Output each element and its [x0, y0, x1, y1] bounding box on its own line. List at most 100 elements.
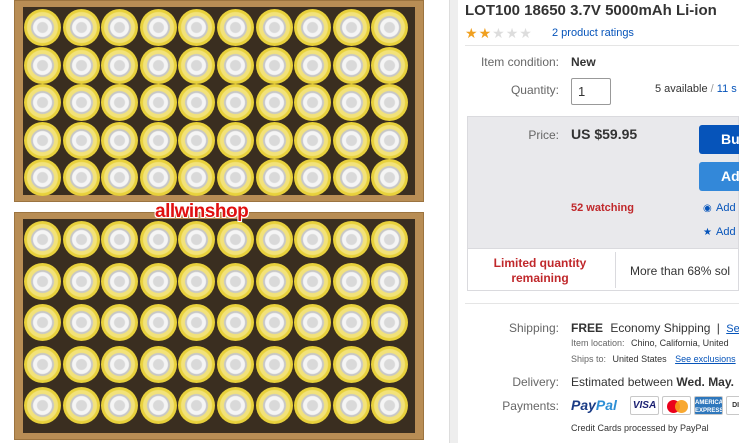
ships-to-value: United States	[612, 354, 667, 364]
battery-cell	[62, 84, 100, 122]
battery-cell	[139, 345, 177, 383]
battery-cell	[371, 221, 409, 258]
battery-cell	[371, 262, 409, 300]
shipping-method: Economy Shipping	[610, 321, 711, 335]
battery-cell	[178, 9, 216, 46]
battery-cell	[101, 84, 139, 122]
battery-cell	[217, 304, 254, 341]
battery-cell	[62, 46, 100, 84]
battery-cell	[371, 9, 409, 46]
battery-cell	[217, 221, 254, 258]
strip-divider	[615, 252, 616, 288]
delivery-text: Estimated between	[571, 375, 674, 389]
battery-cell	[217, 262, 254, 300]
battery-cell	[332, 84, 370, 122]
battery-cell	[178, 121, 216, 159]
battery-grid-top	[23, 7, 415, 197]
price-label: Price:	[528, 128, 559, 142]
battery-cell	[24, 159, 61, 197]
rating-stars[interactable]: ★★★★★	[465, 25, 533, 42]
battery-cell	[24, 345, 61, 383]
mastercard-card-icon	[662, 396, 691, 415]
battery-cell	[24, 46, 61, 84]
star-empty-icon: ★	[492, 25, 506, 41]
product-ratings-link[interactable]: 2 product ratings	[552, 27, 634, 39]
battery-cell	[139, 262, 177, 300]
quantity-label: Quantity:	[510, 83, 559, 97]
battery-cell	[62, 387, 100, 424]
battery-cell	[178, 221, 216, 258]
battery-cell	[24, 304, 61, 341]
paypal-logo-part1: Pay	[571, 397, 596, 413]
exclusions-link[interactable]: See exclusions	[675, 354, 736, 364]
battery-cell	[62, 221, 100, 258]
battery-cell	[24, 9, 61, 46]
battery-cell	[217, 387, 254, 424]
battery-cell	[101, 221, 139, 258]
battery-cell	[255, 262, 293, 300]
battery-cell	[255, 304, 293, 341]
delivery-label: Delivery:	[512, 375, 559, 389]
battery-cell	[294, 159, 332, 197]
battery-cell	[62, 9, 100, 46]
battery-cell	[371, 159, 409, 197]
image-watermark: allwinshop	[155, 201, 249, 222]
battery-box-top	[14, 0, 424, 202]
quantity-input[interactable]	[571, 78, 611, 105]
battery-cell	[24, 221, 61, 258]
battery-cell	[294, 46, 332, 84]
ships-to: Ships to: United States See exclusions	[571, 354, 736, 364]
battery-cell	[139, 121, 177, 159]
battery-cell	[255, 9, 293, 46]
paypal-logo: PayPal	[571, 397, 617, 413]
sold-percentage: More than 68% sol	[630, 264, 731, 278]
battery-cell	[332, 159, 370, 197]
item-condition-label: Item condition:	[480, 55, 559, 69]
add-to-watchlist-link[interactable]: ◉ Add	[703, 202, 736, 214]
shipping-value: FREE Economy Shipping | See	[571, 321, 739, 335]
shipping-details-link[interactable]: See	[726, 323, 739, 335]
battery-cell	[332, 46, 370, 84]
battery-cell	[294, 9, 332, 46]
payments-label: Payments:	[502, 399, 559, 413]
battery-cell	[217, 121, 254, 159]
add-to-collection-link[interactable]: ★ Add	[703, 226, 736, 238]
item-location-label: Item location:	[571, 338, 625, 348]
product-image[interactable]: allwinshop	[0, 0, 438, 443]
availability: 5 available / 11 s	[655, 83, 737, 95]
buy-it-now-button[interactable]: Bu	[699, 125, 739, 154]
battery-cell	[371, 84, 409, 122]
battery-cell	[371, 121, 409, 159]
battery-cell	[139, 387, 177, 424]
battery-cell	[332, 304, 370, 341]
battery-cell	[24, 262, 61, 300]
battery-cell	[332, 221, 370, 258]
battery-cell	[371, 304, 409, 341]
battery-cell	[178, 84, 216, 122]
battery-cell	[62, 345, 100, 383]
battery-cell	[294, 221, 332, 258]
battery-cell	[255, 121, 293, 159]
battery-cell	[294, 262, 332, 300]
battery-cell	[62, 262, 100, 300]
ships-to-label: Ships to:	[571, 354, 607, 364]
battery-cell	[101, 46, 139, 84]
battery-cell	[294, 121, 332, 159]
sold-count-link[interactable]: 11 s	[717, 83, 737, 95]
battery-cell	[217, 159, 254, 197]
watching-count: 52 watching	[571, 202, 634, 214]
add-to-cart-button[interactable]: Ad	[699, 162, 739, 191]
battery-cell	[24, 84, 61, 122]
battery-cell	[255, 221, 293, 258]
battery-cell	[178, 159, 216, 197]
battery-cell	[101, 387, 139, 424]
battery-cell	[294, 387, 332, 424]
credit-card-note: Credit Cards processed by PayPal	[571, 423, 709, 433]
item-condition-value: New	[571, 55, 596, 69]
image-scrollbar[interactable]	[449, 0, 458, 443]
discover-card-icon: DISC	[726, 396, 739, 415]
star-filled-icon: ★	[478, 25, 493, 41]
battery-cell	[101, 304, 139, 341]
available-count: 5 available	[655, 83, 708, 95]
battery-cell	[24, 387, 61, 424]
